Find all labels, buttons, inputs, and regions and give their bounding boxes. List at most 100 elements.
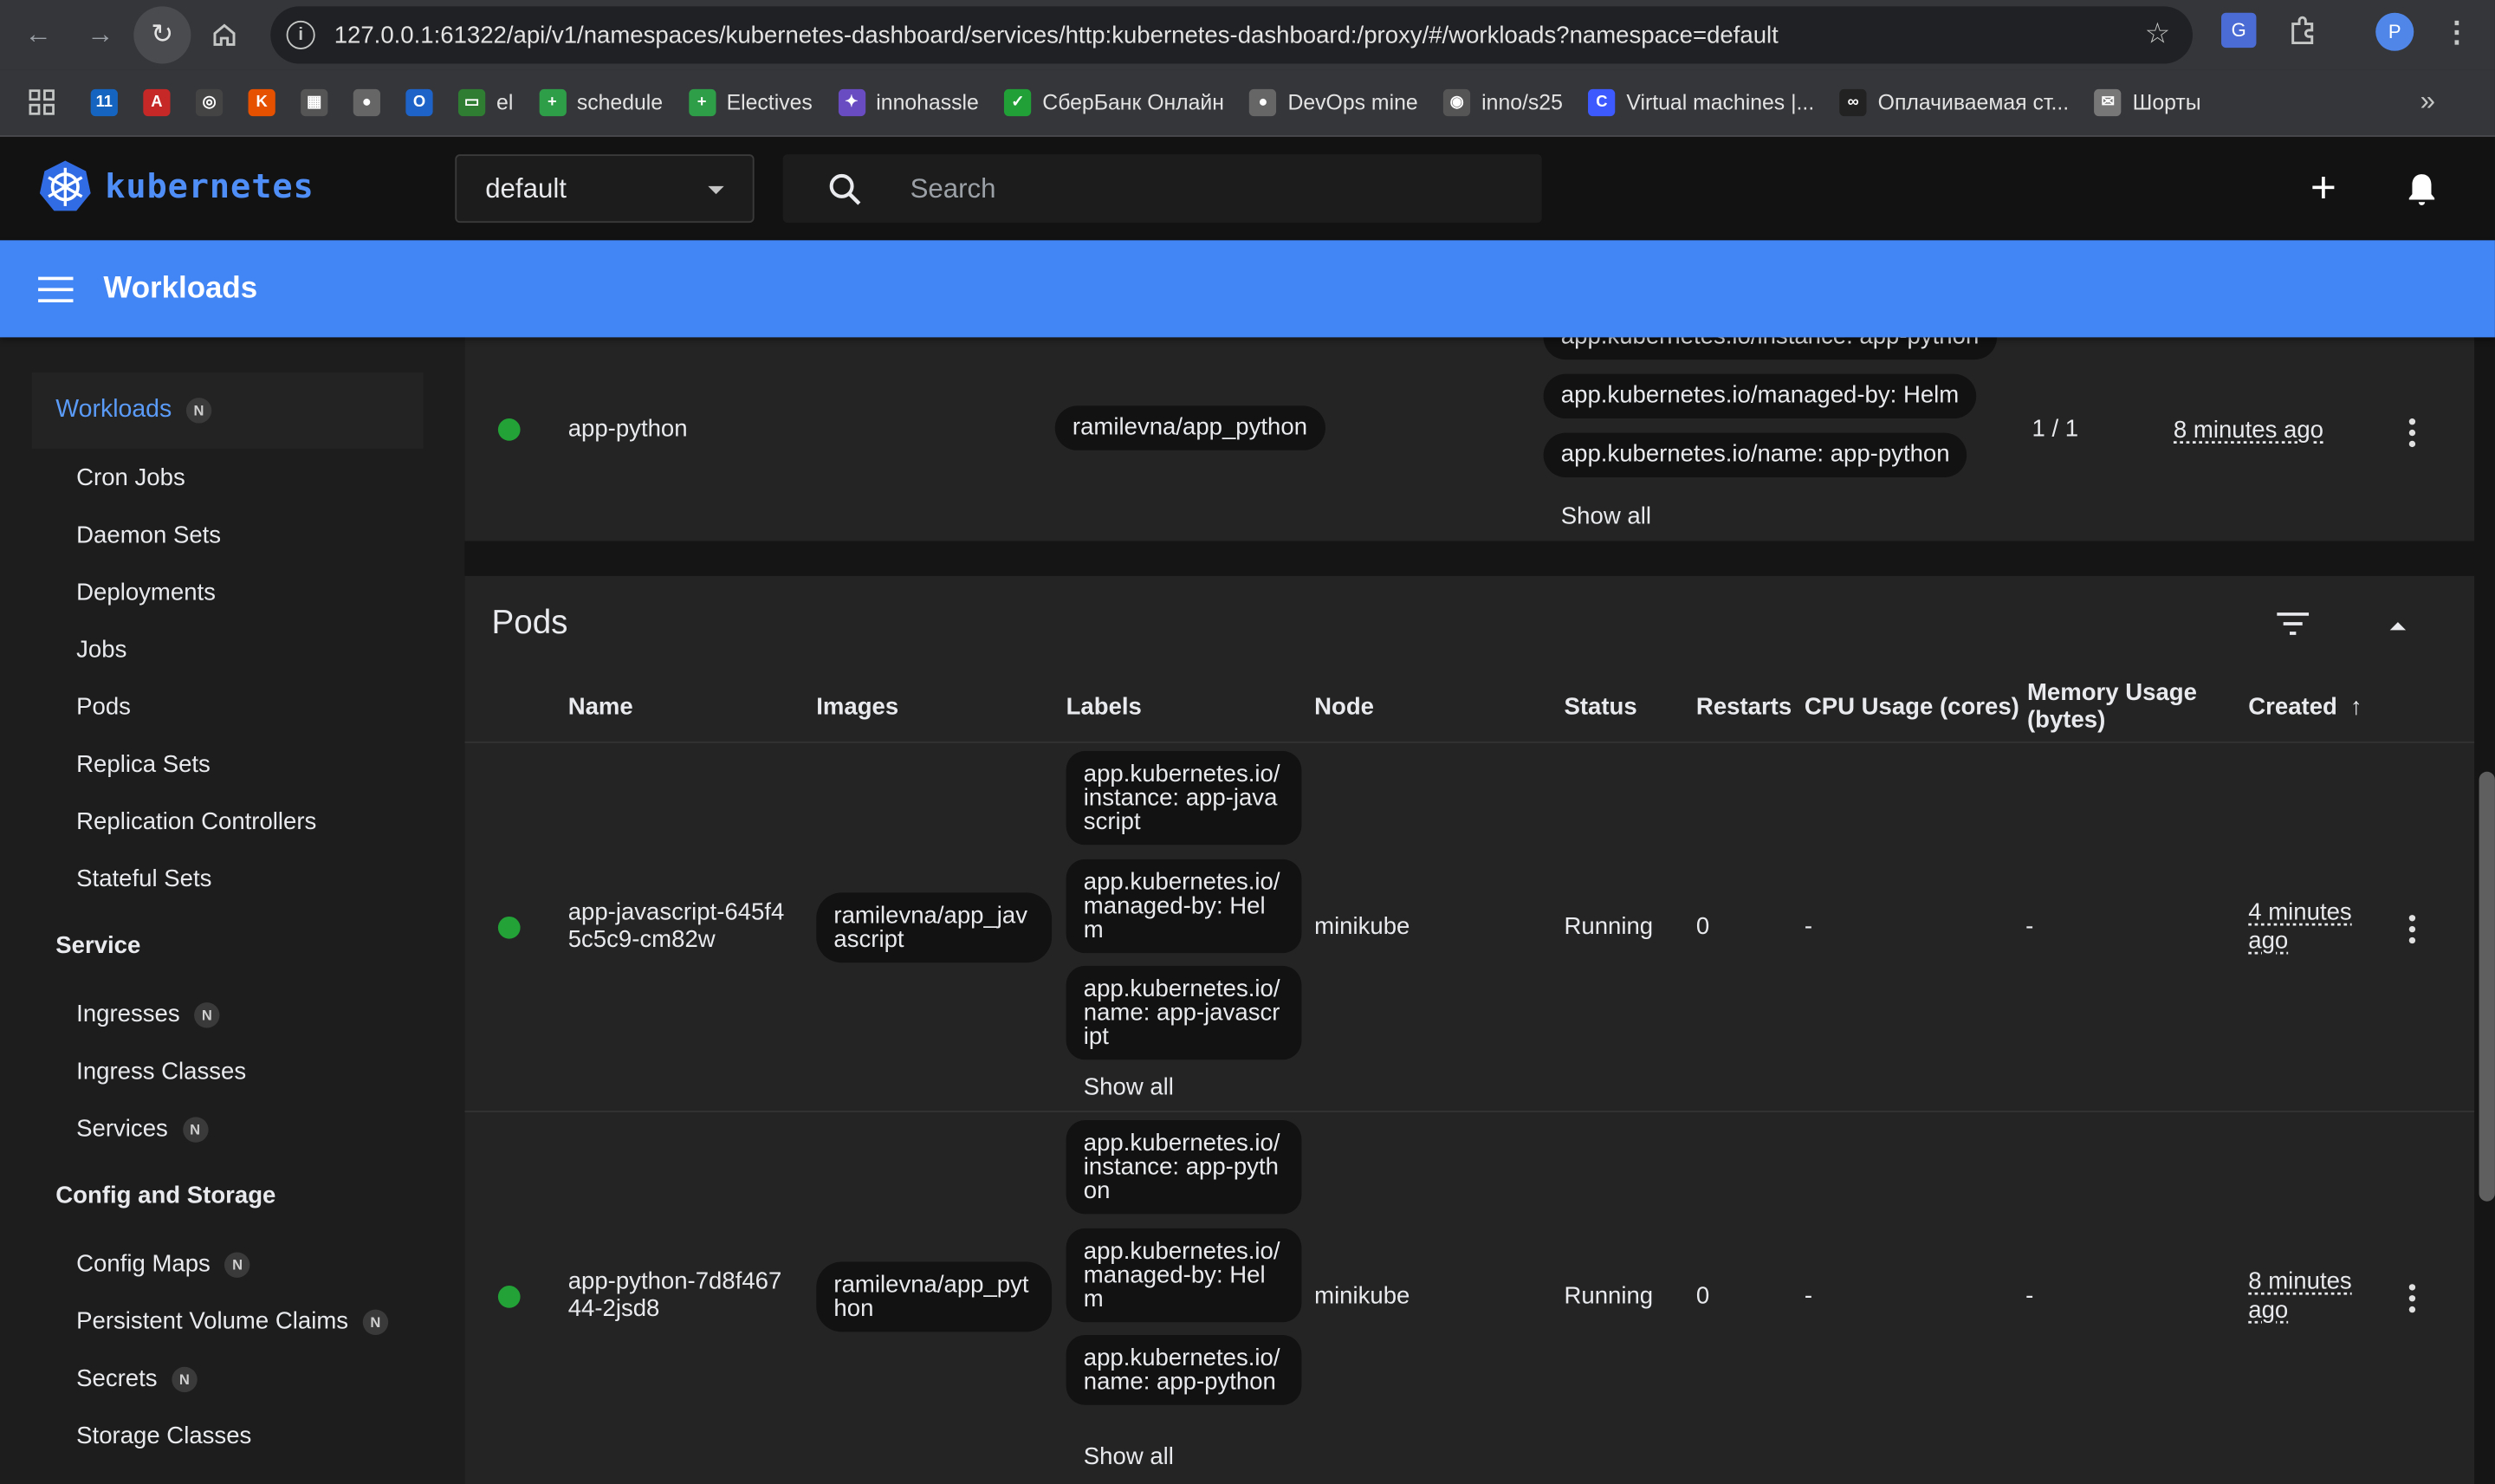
row-actions-icon[interactable] [2408, 915, 2416, 944]
label-chip: app.kubernetes.io/instance: app-javascri… [1066, 750, 1302, 846]
sidebar-header-config-storage[interactable]: Config and Storage [55, 1183, 275, 1209]
bookmark-favicon-icon: ● [353, 88, 380, 117]
extensions-icon[interactable] [2285, 13, 2320, 48]
sidebar-item-label: Cron Jobs [76, 464, 185, 492]
bookmark-item[interactable]: ✓ СберБанк Онлайн [1004, 88, 1224, 117]
label-chip: app.kubernetes.io/name: app-python [1543, 432, 1967, 478]
label-chip: app.kubernetes.io/instance: app-python [1543, 337, 1997, 360]
sidebar-item-cron-jobs[interactable]: Cron Jobs [76, 464, 185, 491]
sidebar-item-replication-controllers[interactable]: Replication Controllers [76, 808, 316, 835]
sidebar-item-workloads[interactable]: Workloads N [55, 396, 212, 424]
show-all-link[interactable]: Show all [1084, 1074, 1174, 1101]
bookmarks-bar: 11 A ◎ K ▦ ● O ▭ el + schedule + Electives ✦ innohassl… [0, 69, 2495, 137]
pod-name-link[interactable]: app-javascript-645f45c5c9-cm82w [568, 899, 794, 953]
bookmark-item[interactable]: ◉ inno/s25 [1443, 88, 1563, 117]
row-actions-icon[interactable] [2408, 1284, 2416, 1313]
translate-icon[interactable]: G [2221, 12, 2257, 49]
sidebar-item-label: Ingress Classes [76, 1058, 247, 1085]
column-header-restarts[interactable]: Restarts [1696, 694, 1792, 721]
sidebar-item-storage-classes[interactable]: Storage Classes [76, 1422, 251, 1449]
sidebar-item-label: Workloads [55, 396, 172, 424]
browser-toolbar: ← → ↻ i 127.0.0.1:61322/api/v1/namespace… [0, 0, 2495, 70]
bookmark-favicon-icon: + [538, 88, 566, 117]
sidebar-item-ingress-classes[interactable]: Ingress Classes [76, 1058, 246, 1085]
image-chip: ramilevna/app_python [1054, 405, 1325, 450]
page-scrollbar[interactable] [2479, 771, 2495, 1202]
address-bar[interactable]: i 127.0.0.1:61322/api/v1/namespaces/kube… [270, 6, 2193, 64]
bookmark-item[interactable]: ▭ el [457, 88, 513, 117]
sidebar-item-label: Deployments [76, 579, 216, 606]
sidebar-item-jobs[interactable]: Jobs [76, 637, 126, 664]
sidebar-item-persistent-volume-claims[interactable]: Persistent Volume Claims N [76, 1308, 388, 1335]
new-badge: N [224, 1251, 250, 1277]
column-header-memory[interactable]: Memory Usage (bytes) [2027, 679, 2202, 733]
browser-menu-icon[interactable]: ⋮ [2440, 13, 2472, 51]
sidebar-item-pods[interactable]: Pods [76, 694, 131, 721]
show-all-link[interactable]: Show all [1561, 502, 1651, 529]
bookmark-item[interactable]: 11 [90, 88, 118, 117]
filter-icon[interactable] [2275, 611, 2310, 636]
new-badge: N [172, 1365, 198, 1392]
sidebar-item-replica-sets[interactable]: Replica Sets [76, 751, 211, 778]
create-resource-icon[interactable]: + [2310, 165, 2336, 209]
sidebar-item-label: Secrets [76, 1364, 158, 1393]
bookmark-item[interactable]: + schedule [538, 88, 664, 117]
namespace-select[interactable]: default [455, 154, 755, 224]
bookmark-star-icon[interactable]: ☆ [2145, 17, 2171, 51]
bookmark-item[interactable]: ◎ [195, 88, 224, 117]
bookmark-item[interactable]: ✉ Шорты [2094, 88, 2201, 117]
restarts-value: 0 [1695, 1282, 1710, 1310]
hamburger-menu-icon[interactable] [38, 275, 74, 302]
bookmark-item[interactable]: ● [353, 88, 380, 117]
sidebar-item-daemon-sets[interactable]: Daemon Sets [76, 522, 221, 548]
new-badge: N [194, 1001, 220, 1027]
bookmark-favicon-icon: O [405, 88, 433, 117]
kubernetes-wheel-icon [39, 160, 91, 211]
home-icon[interactable] [207, 17, 242, 52]
collapse-icon[interactable] [2388, 619, 2408, 632]
reload-icon[interactable]: ↻ [133, 6, 191, 64]
bookmark-item[interactable]: A [143, 88, 171, 117]
bookmark-item[interactable]: K [248, 88, 275, 117]
app-header: kubernetes default + [0, 136, 2495, 241]
notifications-bell-icon[interactable] [2402, 171, 2440, 209]
kubernetes-logo[interactable]: kubernetes [38, 159, 314, 213]
column-header-status: Status [1564, 693, 1637, 722]
row-actions-icon[interactable] [2408, 418, 2416, 448]
site-info-icon[interactable]: i [286, 20, 315, 49]
bookmark-list: 11 A ◎ K ▦ ● O ▭ el + schedule + Electives ✦ innohassl… [90, 88, 2226, 117]
sidebar-item-secrets[interactable]: Secrets N [76, 1364, 198, 1393]
bookmark-item[interactable]: O [405, 88, 433, 117]
show-all-link[interactable]: Show all [1084, 1443, 1174, 1470]
forward-icon[interactable]: → [83, 17, 118, 52]
bookmark-favicon-icon: K [248, 88, 275, 117]
bookmark-item[interactable]: ● DevOps mine [1249, 88, 1418, 117]
apps-grid-icon[interactable] [29, 89, 55, 116]
bookmark-item[interactable]: ✦ innohassle [838, 88, 979, 117]
sidebar-item-config-maps[interactable]: Config Maps N [76, 1251, 250, 1278]
column-header-created-label: Created [2248, 693, 2337, 722]
deployment-name-link[interactable]: app-python [568, 415, 688, 442]
search-input[interactable] [910, 172, 1515, 205]
bookmark-item[interactable]: C Virtual machines |... [1588, 88, 1814, 117]
pods-count: 1 / 1 [2032, 415, 2079, 443]
more-bookmarks-icon[interactable]: » [2420, 86, 2435, 118]
sidebar-header-service[interactable]: Service [55, 932, 140, 959]
bookmark-item[interactable]: + Electives [688, 88, 813, 117]
created-time: 4 minutes ago [2248, 898, 2352, 956]
sidebar-item-stateful-sets[interactable]: Stateful Sets [76, 865, 211, 892]
bookmark-item[interactable]: ∞ Оплачиваемая ст... [1839, 88, 2069, 117]
column-header-created[interactable]: Created ↑ [2248, 694, 2362, 721]
back-icon[interactable]: ← [21, 17, 55, 52]
column-header-name[interactable]: Name [568, 694, 633, 721]
sidebar-item-deployments[interactable]: Deployments [76, 580, 216, 606]
sidebar-item-services[interactable]: Services N [76, 1116, 208, 1143]
pod-name-link[interactable]: app-python-7d8f46744-2jsd8 [568, 1268, 794, 1322]
profile-avatar[interactable]: P [2375, 12, 2414, 51]
bookmark-item[interactable]: ▦ [301, 88, 328, 117]
column-header-cpu[interactable]: CPU Usage (cores) [1805, 694, 2019, 721]
sidebar-item-ingresses[interactable]: Ingresses N [76, 1001, 220, 1028]
search-icon[interactable] [827, 171, 862, 205]
bookmark-label: schedule [576, 90, 664, 115]
node-value: minikube [1314, 1282, 1410, 1310]
